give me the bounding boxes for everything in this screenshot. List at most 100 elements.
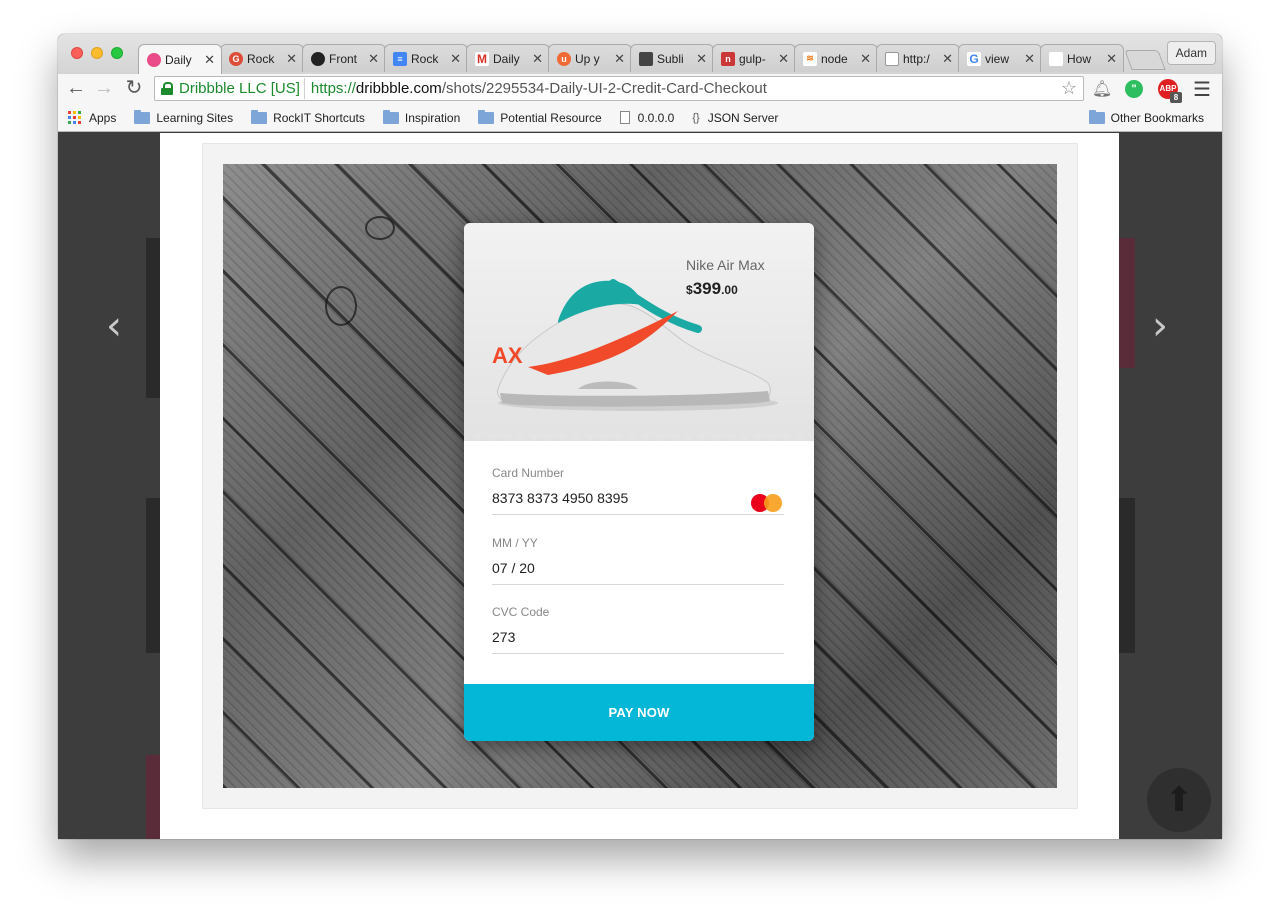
folder-icon — [1088, 109, 1105, 124]
url-scheme: https:// — [310, 80, 356, 97]
adblock-icon[interactable]: ABP 8 — [1158, 79, 1182, 103]
shot-image: AX Nike Air Max $399.00 Card Number 8373… — [223, 164, 1057, 788]
bookmark-folder[interactable]: Potential Resource — [478, 109, 602, 125]
browser-tab[interactable]: u Up y ✕ — [548, 44, 632, 72]
back-arrow-icon[interactable]: ← — [64, 77, 88, 101]
browser-tab[interactable]: G view ✕ — [958, 44, 1042, 72]
window-close-button[interactable] — [71, 47, 83, 59]
tab-title: Rock — [411, 51, 439, 66]
tab-close-icon[interactable]: ✕ — [1024, 51, 1035, 67]
other-bookmarks[interactable]: Other Bookmarks — [1088, 109, 1204, 125]
npm-icon: n — [721, 51, 735, 66]
tab-close-icon[interactable]: ✕ — [532, 51, 543, 67]
cvc-label: CVC Code — [492, 605, 550, 619]
background-shot — [146, 498, 160, 653]
arrow-up-icon: ⬆ — [1164, 781, 1194, 819]
bookmark-label: JSON Server — [707, 110, 779, 125]
tab-title: Up y — [575, 51, 600, 66]
browser-tab[interactable]: G Rock ✕ — [220, 44, 304, 72]
folder-icon — [251, 109, 268, 124]
browser-tab[interactable]: ≋ node ✕ — [794, 44, 878, 72]
tab-close-icon[interactable]: ✕ — [942, 51, 953, 67]
forward-arrow-icon[interactable]: → — [92, 77, 116, 101]
apple-icon — [1049, 51, 1063, 66]
background-shot — [146, 238, 160, 398]
browser-tab[interactable]: Daily ✕ — [138, 44, 222, 74]
tab-close-icon[interactable]: ✕ — [778, 51, 789, 67]
browser-tab[interactable]: Front ✕ — [302, 44, 386, 72]
tab-title: view — [985, 51, 1010, 66]
price-whole: 399 — [692, 279, 722, 298]
apps-icon — [68, 111, 81, 124]
mastercard-icon — [750, 492, 784, 514]
tab-title: Daily — [165, 52, 192, 67]
browser-tab[interactable]: Subli ✕ — [630, 44, 714, 72]
tab-close-icon[interactable]: ✕ — [368, 51, 379, 67]
window-maximize-button[interactable] — [111, 47, 123, 59]
expiry-input[interactable]: 07 / 20 — [492, 560, 784, 584]
bookmark-folder[interactable]: Learning Sites — [134, 109, 234, 125]
upwork-icon: u — [557, 51, 571, 66]
folder-icon — [134, 109, 151, 124]
tab-close-icon[interactable]: ✕ — [614, 51, 625, 67]
svg-text:AX: AX — [492, 343, 523, 368]
next-shot-arrow-icon[interactable]: › — [1152, 303, 1168, 349]
bookmark-page[interactable]: {} JSON Server — [692, 111, 778, 125]
profile-button[interactable]: Adam — [1166, 41, 1216, 65]
google-icon: G — [967, 51, 981, 66]
tab-title: node — [821, 51, 848, 66]
tab-close-icon[interactable]: ✕ — [286, 51, 297, 67]
cvc-field[interactable]: CVC Code 273 — [492, 605, 784, 654]
reload-icon[interactable]: ↻ — [122, 77, 146, 101]
bookmark-folder[interactable]: Inspiration — [382, 109, 461, 125]
window-minimize-button[interactable] — [91, 47, 103, 59]
page-icon — [885, 51, 899, 66]
browser-tab[interactable]: M Daily ✕ — [466, 44, 550, 72]
tab-strip: Daily ✕ G Rock ✕ Front ✕ ≡ Rock ✕ M Dail… — [58, 34, 1222, 74]
card-number-input[interactable]: 8373 8373 4950 8395 — [492, 490, 784, 514]
bookmark-folder[interactable]: RockIT Shortcuts — [251, 109, 365, 125]
new-tab-button[interactable] — [1124, 50, 1166, 70]
browser-tab[interactable]: How ✕ — [1040, 44, 1124, 72]
menu-hamburger-icon[interactable]: ☰ — [1192, 79, 1212, 101]
url-text[interactable]: https://dribbble.com/shots/2295534-Daily… — [311, 80, 767, 97]
tab-title: Daily — [493, 51, 520, 66]
address-bar[interactable]: Dribbble LLC [US] https://dribbble.com/s… — [154, 76, 1084, 101]
bookmark-page[interactable]: 0.0.0.0 — [619, 111, 674, 125]
bookmark-apps[interactable]: Apps — [68, 111, 116, 125]
expiry-field[interactable]: MM / YY 07 / 20 — [492, 536, 784, 585]
card-number-field[interactable]: Card Number 8373 8373 4950 8395 — [492, 466, 784, 515]
page-icon — [619, 111, 630, 124]
tab-close-icon[interactable]: ✕ — [696, 51, 707, 67]
stackoverflow-icon: ≋ — [803, 51, 817, 66]
bookmarks-bar: Apps Learning Sites RockIT Shortcuts Ins… — [58, 104, 1222, 132]
bookmark-label: Learning Sites — [156, 110, 234, 125]
tab-close-icon[interactable]: ✕ — [860, 51, 871, 67]
github-icon — [311, 51, 325, 66]
receipt-zigzag-edge — [464, 433, 814, 445]
scroll-to-top-button[interactable]: ⬆ — [1147, 768, 1211, 832]
tab-close-icon[interactable]: ✕ — [1106, 51, 1117, 67]
tab-close-icon[interactable]: ✕ — [204, 52, 215, 68]
browser-tab[interactable]: ≡ Rock ✕ — [384, 44, 468, 72]
notification-bell-icon[interactable]: 🔔︎ — [1092, 79, 1112, 99]
bookmark-label: Apps — [89, 110, 117, 125]
json-icon: {} — [692, 111, 700, 124]
evernote-icon[interactable]: " — [1124, 79, 1144, 99]
adblock-count: 8 — [1170, 92, 1182, 103]
tab-title: Subli — [657, 51, 684, 66]
browser-toolbar: ← → ↻ Dribbble LLC [US] https://dribbble… — [58, 74, 1222, 104]
cvc-input[interactable]: 273 — [492, 629, 784, 653]
google-docs-icon: ≡ — [393, 51, 407, 66]
pay-now-button[interactable]: PAY NOW — [464, 684, 814, 741]
shot-modal: AX Nike Air Max $399.00 Card Number 8373… — [160, 133, 1119, 839]
tab-close-icon[interactable]: ✕ — [450, 51, 461, 67]
bookmark-label: Inspiration — [404, 110, 461, 125]
previous-shot-arrow-icon[interactable]: ‹ — [106, 303, 122, 349]
browser-tab[interactable]: http:/ ✕ — [876, 44, 960, 72]
google-plus-icon: G — [229, 51, 243, 66]
secure-badge[interactable]: Dribbble LLC [US] — [157, 78, 305, 99]
bookmark-star-icon[interactable]: ☆ — [1061, 78, 1077, 99]
browser-tab[interactable]: n gulp- ✕ — [712, 44, 796, 72]
tab-title: http:/ — [903, 51, 930, 66]
